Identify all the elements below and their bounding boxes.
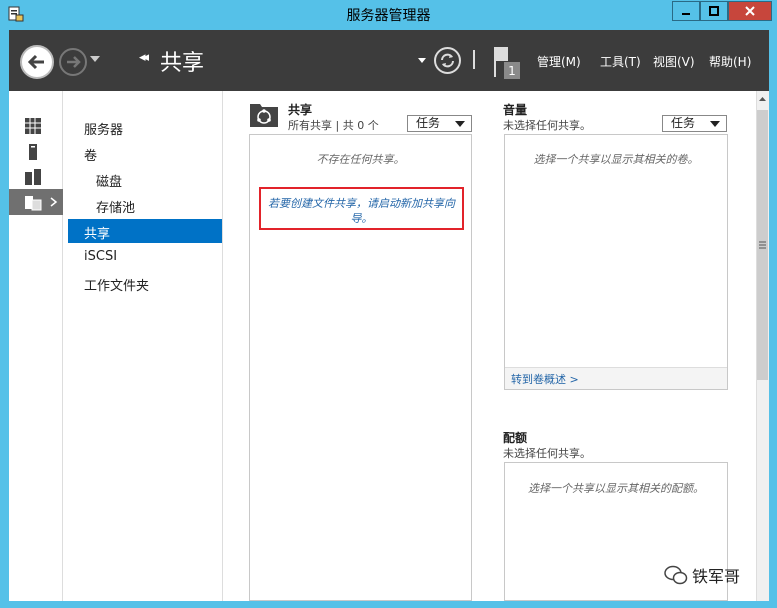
watermark-text: 铁军哥 <box>692 567 741 586</box>
tree-item-work-folders[interactable]: 工作文件夹 <box>84 275 149 294</box>
volume-title: 音量 <box>503 103 528 117</box>
back-button[interactable] <box>20 45 54 79</box>
volume-tile <box>504 134 728 390</box>
shares-title: 共享 <box>288 103 313 117</box>
close-icon <box>745 6 755 16</box>
shares-subtitle: 所有共享 | 共 0 个 <box>288 119 379 132</box>
tree-item-iscsi[interactable]: iSCSI <box>84 249 117 264</box>
close-button[interactable] <box>728 1 772 21</box>
wechat-logo-icon <box>664 565 688 585</box>
file-storage-services-icon[interactable] <box>24 193 42 211</box>
quota-subtitle: 未选择任何共享。 <box>503 447 591 460</box>
breadcrumb-chevron-icon[interactable]: ◂◂ <box>139 50 149 65</box>
shared-folder-icon <box>250 104 278 127</box>
notifications-flag-icon[interactable]: 1 <box>494 45 524 81</box>
shares-tasks-label: 任务 <box>416 116 441 130</box>
dashboard-icon[interactable] <box>24 117 42 135</box>
all-servers-icon[interactable] <box>24 168 42 186</box>
chevron-down-icon <box>710 121 720 127</box>
shares-empty-text: 不存在任何共享。 <box>316 153 405 166</box>
volume-empty-text: 选择一个共享以显示其相关的卷。 <box>533 153 699 166</box>
scroll-grip-icon <box>759 241 766 249</box>
notification-count: 1 <box>508 64 516 78</box>
toolbar-separator <box>473 50 475 69</box>
minimize-button[interactable] <box>672 1 700 21</box>
history-dropdown-icon[interactable] <box>90 56 100 62</box>
menu-tools[interactable]: 工具(T) <box>600 53 641 70</box>
forward-arrow-icon <box>67 56 81 68</box>
expand-chevron-icon[interactable] <box>50 197 58 207</box>
refresh-button[interactable] <box>434 47 461 74</box>
tree-item-servers[interactable]: 服务器 <box>84 119 123 138</box>
back-arrow-icon <box>27 54 44 70</box>
storage-tree-panel <box>63 91 223 601</box>
maximize-button[interactable] <box>700 1 728 21</box>
minimize-icon <box>682 13 690 15</box>
quota-title: 配额 <box>503 431 528 445</box>
tree-item-disks[interactable]: 磁盘 <box>96 171 122 190</box>
refresh-icon <box>441 53 454 68</box>
volume-subtitle: 未选择任何共享。 <box>503 119 591 132</box>
maximize-icon <box>709 6 719 16</box>
quota-empty-text: 选择一个共享以显示其相关的配额。 <box>528 482 704 495</box>
menu-manage[interactable]: 管理(M) <box>537 53 581 70</box>
tree-item-storage-pools[interactable]: 存储池 <box>96 197 135 216</box>
tree-item-shares[interactable]: 共享 <box>84 223 110 242</box>
volume-tasks-dropdown[interactable]: 任务 <box>662 115 727 132</box>
breadcrumb-dropdown-icon[interactable] <box>418 58 426 63</box>
menu-help[interactable]: 帮助(H) <box>709 53 751 70</box>
window-title: 服务器管理器 <box>346 8 431 24</box>
local-server-icon[interactable] <box>24 143 42 161</box>
breadcrumb-title: 共享 <box>160 51 205 76</box>
new-share-wizard-link[interactable]: 若要创建文件共享，请启动新加共享向导。 <box>259 187 464 230</box>
go-to-volumes-link[interactable]: 转到卷概述 > <box>511 371 579 387</box>
menu-view[interactable]: 视图(V) <box>653 53 695 70</box>
forward-button[interactable] <box>59 48 87 76</box>
tree-item-volumes[interactable]: 卷 <box>84 145 97 164</box>
volume-tasks-label: 任务 <box>671 116 696 130</box>
chevron-down-icon <box>455 121 465 127</box>
shares-tasks-dropdown[interactable]: 任务 <box>407 115 472 132</box>
scroll-up-icon[interactable] <box>759 96 766 102</box>
